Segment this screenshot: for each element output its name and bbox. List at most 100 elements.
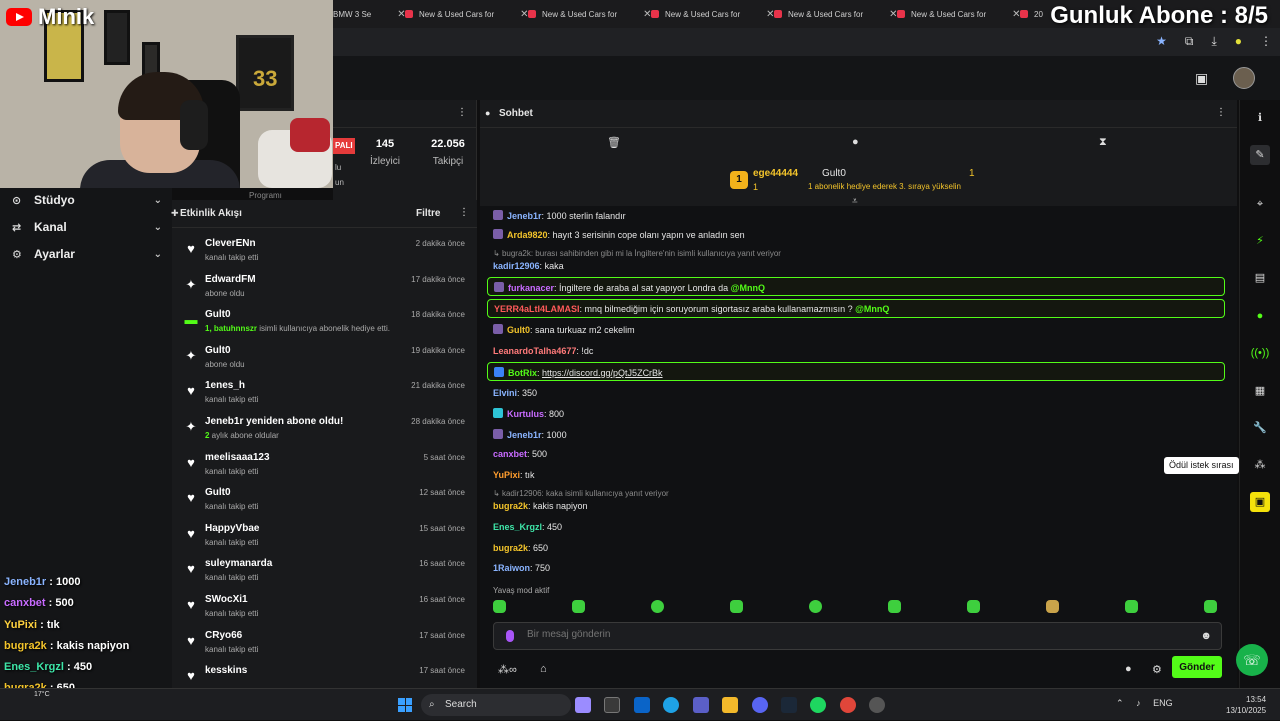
document-icon[interactable]: ▤ xyxy=(1250,268,1270,288)
browser-tab[interactable]: New & Used Cars for ✕ xyxy=(651,5,775,23)
emote-icon[interactable] xyxy=(888,600,901,613)
chrome-icon[interactable] xyxy=(840,697,856,713)
activity-item[interactable]: ♥ CleverENn kanalı takip etti 2 dakika önce xyxy=(172,236,477,271)
broadcast-icon[interactable]: ((•)) xyxy=(1250,343,1270,363)
chat-input-box[interactable]: ☻ xyxy=(493,622,1222,650)
app-icon[interactable] xyxy=(869,697,885,713)
sidebar-item-studio[interactable]: ⊙ Stüdyo ⌄ xyxy=(12,190,162,210)
clapperboard-icon[interactable]: ▣ xyxy=(1250,492,1270,512)
windows-start-icon[interactable] xyxy=(398,698,412,712)
activity-item[interactable]: ✦ Gult0 abone oldu 19 dakika önce xyxy=(172,343,477,378)
points-icon[interactable]: ⁂∞ xyxy=(498,663,517,676)
chat-username[interactable]: bugra2k xyxy=(493,543,528,553)
activity-item[interactable]: ♥ suleymanarda kanalı takip etti 16 saat ön… xyxy=(172,556,477,591)
chat-username[interactable]: BotRix xyxy=(508,368,537,378)
emote-icon[interactable] xyxy=(967,600,980,613)
activity-item[interactable]: ♥ HappyVbae kanalı takip etti 15 saat önce xyxy=(172,521,477,556)
emote-icon[interactable] xyxy=(730,600,743,613)
leaderboard-user[interactable]: Gult0 xyxy=(822,168,846,179)
bookmark-star-icon[interactable]: ★ xyxy=(1156,34,1167,49)
browser-tab[interactable]: BMW 3 Se ✕ xyxy=(333,5,406,23)
media-icon[interactable]: ▦ xyxy=(1250,381,1270,401)
chevron-down-icon[interactable]: ⌄ xyxy=(154,249,162,260)
weather-widget[interactable]: 17°C xyxy=(34,691,50,698)
activity-item[interactable]: ✦ Jeneb1r yeniden abone oldu! 2 aylık abon… xyxy=(172,414,477,449)
language-indicator[interactable]: ENG xyxy=(1153,698,1173,708)
send-button[interactable]: Gönder xyxy=(1172,656,1222,678)
chat-username[interactable]: furkanacer xyxy=(508,283,554,293)
browser-tab[interactable]: New & Used Cars for ✕ xyxy=(405,5,529,23)
chat-username[interactable]: Kurtulus xyxy=(507,409,544,419)
chat-username[interactable]: Elvini xyxy=(493,388,517,398)
lightning-icon[interactable]: ⚡ xyxy=(1250,231,1270,251)
more-menu-icon[interactable]: ⋮ xyxy=(457,107,467,118)
camera-icon[interactable]: ▣ xyxy=(1195,70,1208,87)
emote-icon[interactable] xyxy=(572,600,585,613)
chat-username[interactable]: LeanardoTalha4677 xyxy=(493,346,576,356)
chat-username[interactable]: canxbet xyxy=(493,449,527,459)
extensions-icon[interactable]: ⧉ xyxy=(1185,34,1194,49)
wrench-icon[interactable]: 🔧 xyxy=(1250,418,1270,438)
chat-link[interactable]: https://discord.gg/pQtJ5ZCrBk xyxy=(542,368,663,378)
emote-icon[interactable] xyxy=(1046,600,1059,613)
microphone-icon[interactable]: ♪ xyxy=(1136,698,1141,708)
more-menu-icon[interactable]: ⋮ xyxy=(1260,34,1272,49)
download-icon[interactable]: ⤓ xyxy=(1211,34,1216,49)
spotify-icon[interactable] xyxy=(810,697,826,713)
activity-item[interactable]: ♥ meelisaaa123 kanalı takip etti 5 saat önc… xyxy=(172,450,477,485)
taskbar-search[interactable]: ⌕ Search xyxy=(421,694,571,716)
chat-username[interactable]: kadir12906 xyxy=(493,261,540,271)
help-button[interactable]: ☏ xyxy=(1236,644,1268,676)
filter-button[interactable]: Filtre xyxy=(416,208,440,219)
browser-tab[interactable]: 20 xyxy=(1020,5,1043,23)
emote-icon[interactable] xyxy=(809,600,822,613)
more-menu-icon[interactable]: ⋮ xyxy=(459,207,469,218)
chat-mention[interactable]: @MnnQ xyxy=(731,283,765,293)
activity-item[interactable]: ♥ SWocXi1 kanalı takip etti 16 saat önce xyxy=(172,592,477,627)
chat-icon[interactable]: ● xyxy=(1250,306,1270,326)
emote-icon[interactable] xyxy=(1204,600,1217,613)
chat-username[interactable]: Enes_Krgzl xyxy=(493,522,542,532)
chat-username[interactable]: YERR4aLtI4LAMASI xyxy=(494,304,580,314)
browser-tab[interactable]: New & Used Cars for ✕ xyxy=(528,5,652,23)
hourglass-icon[interactable]: ⧗ xyxy=(1099,136,1107,149)
activity-item[interactable]: ✦ EdwardFM abone oldu 17 dakika önce xyxy=(172,272,477,307)
app-icon[interactable] xyxy=(604,697,620,713)
chat-input[interactable] xyxy=(527,629,1177,640)
activity-item[interactable]: ♥ CRyo66 kanalı takip etti 17 saat önce xyxy=(172,628,477,663)
activity-item[interactable]: ▬ Gult0 1, batuhnnszr isimli kullanıcıya a… xyxy=(172,307,477,342)
avatar[interactable] xyxy=(1233,67,1255,89)
more-menu-icon[interactable]: ⋮ xyxy=(1216,107,1226,118)
outlook-icon[interactable] xyxy=(634,697,650,713)
chat-username[interactable]: Jeneb1r xyxy=(507,430,542,440)
sidebar-item-settings[interactable]: ⚙ Ayarlar ⌄ xyxy=(12,244,162,264)
edge-icon[interactable] xyxy=(663,697,679,713)
edit-icon[interactable]: ✎ xyxy=(1250,145,1270,165)
info-icon[interactable]: ℹ xyxy=(1250,108,1270,128)
profile-icon[interactable]: ● xyxy=(1235,34,1242,49)
chat-username[interactable]: YuPixi xyxy=(493,470,520,480)
activity-item[interactable]: ♥ 1enes_h kanalı takip etti 21 dakika önce xyxy=(172,378,477,413)
teams-icon[interactable] xyxy=(693,697,709,713)
emote-icon[interactable] xyxy=(493,600,506,613)
chevron-down-icon[interactable]: ⌄ xyxy=(154,195,162,206)
emote-icon[interactable] xyxy=(651,600,664,613)
chevron-down-icon[interactable]: ⩡ xyxy=(852,196,858,207)
chat-username[interactable]: Arda9820 xyxy=(507,230,548,240)
microphone-icon[interactable] xyxy=(506,630,514,642)
emoji-icon[interactable]: ☻ xyxy=(1200,630,1212,642)
focus-icon[interactable]: ⌖ xyxy=(1250,194,1270,214)
chat-username[interactable]: Gult0 xyxy=(507,325,530,335)
chevron-up-icon[interactable]: ⌃ xyxy=(1116,698,1124,708)
chat-username[interactable]: 1Raiwon xyxy=(493,563,530,573)
app-icon[interactable] xyxy=(575,697,591,713)
clock[interactable]: 13:54 13/10/2025 xyxy=(1226,694,1266,716)
store-icon[interactable]: ⌂ xyxy=(540,663,547,675)
browser-tab[interactable]: New & Used Cars for ✕ xyxy=(897,5,1021,23)
steam-icon[interactable] xyxy=(781,697,797,713)
browser-tab[interactable]: New & Used Cars for ✕ xyxy=(774,5,898,23)
chat-username[interactable]: bugra2k xyxy=(493,501,528,511)
reward-queue-icon[interactable]: ⁂ xyxy=(1250,455,1270,475)
folder-icon[interactable] xyxy=(722,697,738,713)
activity-item[interactable]: ♥ Gult0 kanalı takip etti 12 saat önce xyxy=(172,485,477,520)
